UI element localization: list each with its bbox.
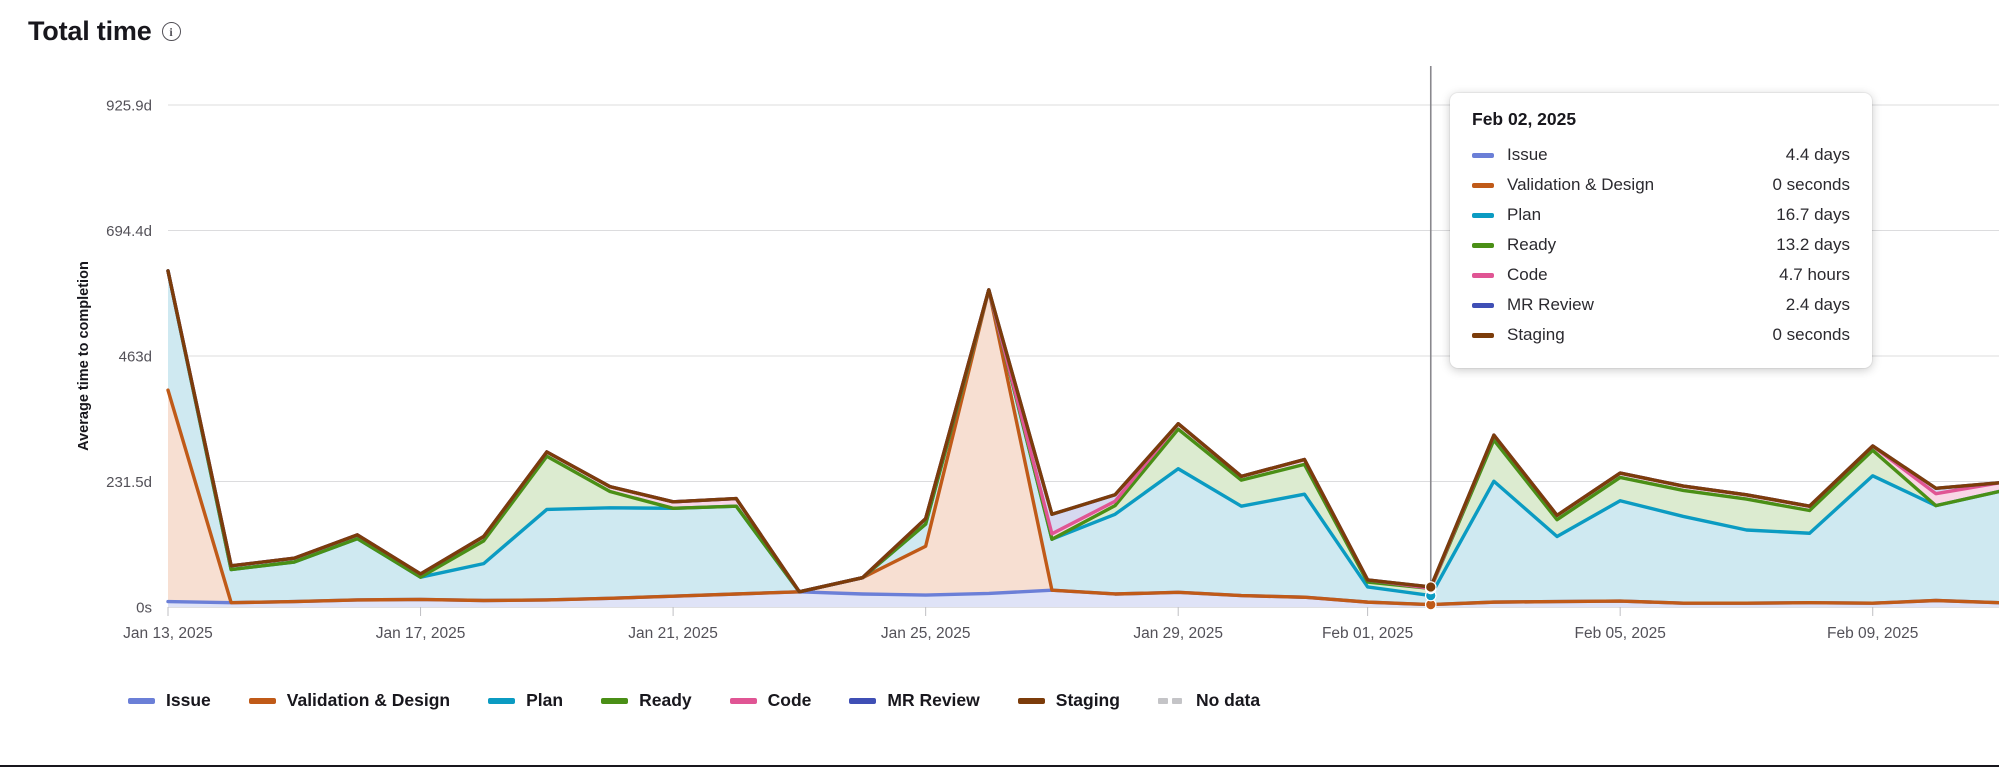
tooltip-series-name: Plan xyxy=(1507,205,1542,224)
legend-swatch-icon xyxy=(1017,697,1045,704)
y-axis-tick-label: 463d xyxy=(119,348,152,365)
legend-item-label: Plan xyxy=(526,690,564,710)
tooltip-series-name: Validation & Design xyxy=(1507,175,1655,194)
bottom-divider xyxy=(0,765,1999,767)
x-axis-tick-label: Jan 13, 2025 xyxy=(123,625,213,642)
tooltip-series-value: 16.7 days xyxy=(1776,205,1850,224)
legend-item-staging[interactable]: Staging xyxy=(1017,690,1120,711)
legend-swatch-icon xyxy=(488,697,516,704)
tooltip-series-value: 2.4 days xyxy=(1785,295,1850,314)
x-axis-tick-label: Feb 09, 2025 xyxy=(1827,625,1918,642)
tooltip-series-name: Issue xyxy=(1507,145,1548,164)
hover-tooltip: Feb 02, 2025 Issue 4.4 days Validation & D… xyxy=(1450,93,1872,368)
legend-item-label: Validation & Design xyxy=(286,690,451,710)
tooltip-row: Ready 13.2 days xyxy=(1472,230,1850,260)
x-axis-tick-label: Feb 05, 2025 xyxy=(1574,625,1665,642)
tooltip-series-name: Code xyxy=(1507,265,1548,284)
legend-item-mr-review[interactable]: MR Review xyxy=(849,690,980,711)
legend-item-issue[interactable]: Issue xyxy=(128,690,211,711)
tooltip-series-swatch-icon xyxy=(1472,182,1494,188)
tooltip-series-name: MR Review xyxy=(1507,295,1594,314)
tooltip-series-value: 4.7 hours xyxy=(1779,265,1850,284)
tooltip-row: Code 4.7 hours xyxy=(1472,260,1850,290)
legend-item-no-data[interactable]: No data xyxy=(1157,690,1261,711)
legend-item-validation-design[interactable]: Validation & Design xyxy=(248,690,451,711)
legend-swatch-icon xyxy=(601,697,629,704)
x-axis-tick-label: Jan 21, 2025 xyxy=(628,625,718,642)
x-axis-tick-label: Jan 29, 2025 xyxy=(1133,625,1223,642)
hover-point-marker xyxy=(1424,581,1437,593)
y-axis-tick-label: 0s xyxy=(136,600,152,617)
tooltip-row: Plan 16.7 days xyxy=(1472,200,1850,230)
legend-swatch-icon xyxy=(849,697,877,704)
tooltip-series-swatch-icon xyxy=(1472,242,1494,248)
tooltip-series-swatch-icon xyxy=(1472,272,1494,278)
legend-item-label: Issue xyxy=(166,690,211,710)
legend-swatch-icon xyxy=(128,697,155,704)
tooltip-series-name: Ready xyxy=(1507,235,1557,254)
legend-item-ready[interactable]: Ready xyxy=(601,690,692,711)
chart-legend[interactable]: Issue Validation & Design Plan Ready Code MR … xyxy=(0,690,1999,711)
legend-item-label: No data xyxy=(1195,690,1261,710)
legend-item-plan[interactable]: Plan xyxy=(488,690,563,711)
tooltip-series-value: 0 seconds xyxy=(1772,325,1851,344)
tooltip-row: Issue 4.4 days xyxy=(1472,140,1850,170)
tooltip-series-swatch-icon xyxy=(1472,212,1494,218)
x-axis-tick-label: Feb 01, 2025 xyxy=(1322,625,1413,642)
tooltip-series-swatch-icon xyxy=(1472,302,1494,308)
tooltip-series-swatch-icon xyxy=(1472,332,1494,338)
legend-item-label: MR Review xyxy=(887,690,980,710)
x-axis-tick-labels: Jan 13, 2025 Jan 17, 2025 Jan 21, 2025 Jan … xyxy=(123,625,1918,642)
y-axis-tick-labels: 0s 231.5d 463d 694.4d 925.9d xyxy=(106,98,152,617)
tooltip-series-value: 4.4 days xyxy=(1785,145,1850,164)
x-axis-tick-label: Jan 25, 2025 xyxy=(881,625,971,642)
tooltip-series-value: 0 seconds xyxy=(1772,175,1851,194)
y-axis-title: Average time to completion xyxy=(76,261,92,451)
y-axis-tick-label: 231.5d xyxy=(106,474,152,491)
tooltip-date: Feb 02, 2025 xyxy=(1472,109,1577,129)
legend-swatch-icon xyxy=(729,697,757,704)
legend-swatch-icon xyxy=(248,697,276,704)
tooltip-row: Validation & Design 0 seconds xyxy=(1472,170,1850,200)
legend-item-label: Staging xyxy=(1055,690,1120,710)
page-title: Total time xyxy=(28,16,152,46)
total-time-chart-panel: Total time i 0s 231.5d 463d 694.4d 925.9d Ja… xyxy=(0,0,1999,768)
legend-item-label: Ready xyxy=(639,690,692,710)
legend-item-label: Code xyxy=(767,690,812,710)
y-axis-tick-label: 925.9d xyxy=(106,98,152,115)
x-axis-tick-label: Jan 17, 2025 xyxy=(376,625,466,642)
tooltip-rows: Issue 4.4 days Validation & Design 0 second… xyxy=(1472,140,1850,350)
tooltip-row: Staging 0 seconds xyxy=(1472,320,1850,350)
legend-swatch-icon xyxy=(1157,697,1185,704)
tooltip-row: MR Review 2.4 days xyxy=(1472,290,1850,320)
tooltip-series-value: 13.2 days xyxy=(1776,235,1850,254)
legend-item-code[interactable]: Code xyxy=(729,690,812,711)
panel-header: Total time i xyxy=(28,18,181,45)
tooltip-series-name: Staging xyxy=(1507,325,1565,344)
hover-crosshair xyxy=(1424,66,1437,611)
y-axis-tick-label: 694.4d xyxy=(106,223,152,240)
info-icon[interactable]: i xyxy=(161,22,181,41)
tooltip-series-swatch-icon xyxy=(1472,152,1494,158)
